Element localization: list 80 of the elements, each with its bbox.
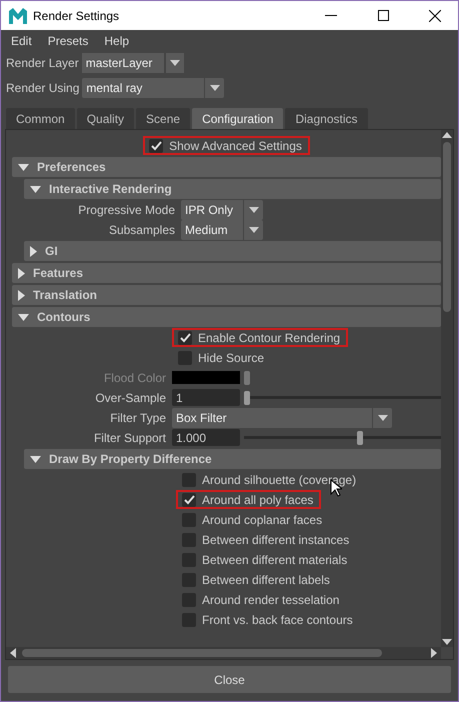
section-header[interactable]: Translation: [12, 285, 441, 305]
expand-arrow-icon[interactable]: [18, 290, 25, 300]
checkbox[interactable]: [182, 512, 196, 526]
tab[interactable]: Scene: [136, 108, 190, 129]
maximize-icon: [378, 10, 388, 21]
checkbox[interactable]: [178, 330, 192, 344]
section-header[interactable]: Preferences: [12, 157, 441, 177]
collapse-arrow-icon[interactable]: [18, 164, 29, 170]
field-label: Subsamples: [108, 223, 175, 237]
checkbox-label: Front vs. back face contours: [202, 612, 353, 626]
section-header[interactable]: Draw By Property Difference: [24, 449, 441, 469]
checkbox-label: Between different instances: [202, 532, 350, 546]
checkbox-label: Around all poly faces: [202, 492, 314, 506]
app-logo-icon: [9, 8, 27, 24]
field-label: Render Using: [6, 80, 80, 94]
scrollbar-thumb[interactable]: [22, 649, 382, 657]
scroll-up-icon: [442, 132, 452, 138]
menu-item[interactable]: Help: [104, 34, 130, 48]
dropdown-arrow-icon: [378, 415, 388, 421]
collapse-arrow-icon[interactable]: [30, 456, 41, 462]
close-button[interactable]: Close: [8, 666, 451, 693]
minimize-icon: [325, 14, 337, 16]
dropdown-arrow-icon: [248, 227, 258, 233]
checkbox[interactable]: [182, 492, 196, 506]
color-swatch[interactable]: [172, 371, 240, 384]
checkbox[interactable]: [182, 572, 196, 586]
collapse-arrow-icon[interactable]: [30, 186, 41, 192]
menu-item[interactable]: Edit: [11, 34, 32, 48]
tab[interactable]: Diagnostics: [285, 108, 368, 129]
close-icon: [429, 10, 441, 22]
dropdown-arrow-icon: [210, 84, 220, 90]
section-header[interactable]: GI: [24, 241, 441, 261]
dropdown[interactable]: Box Filter: [172, 408, 392, 428]
field-label: Render Layer: [6, 56, 79, 70]
checkbox-label: Around coplanar faces: [202, 512, 322, 526]
horizontal-scrollbar[interactable]: [6, 647, 441, 659]
scroll-left-icon: [10, 648, 16, 658]
checkbox[interactable]: [149, 138, 164, 152]
field-label: Over-Sample: [95, 390, 166, 404]
tab[interactable]: Quality: [76, 108, 134, 129]
renderer-dropdown[interactable]: mental ray: [82, 78, 224, 98]
scroll-down-icon: [442, 639, 452, 645]
checkbox[interactable]: [182, 612, 196, 626]
dropdown-arrow-icon: [170, 60, 180, 66]
checkbox-label: Between different labels: [202, 572, 330, 586]
field-label: Filter Type: [110, 411, 166, 425]
checkbox-label: Hide Source: [198, 350, 264, 364]
dropdown[interactable]: Medium: [181, 220, 263, 240]
collapse-arrow-icon[interactable]: [18, 314, 29, 320]
checkbox[interactable]: [182, 472, 196, 486]
checkbox[interactable]: [182, 592, 196, 606]
number-field[interactable]: 1: [172, 389, 240, 406]
number-field[interactable]: 1.000: [172, 429, 240, 446]
menu-item[interactable]: Presets: [48, 34, 88, 48]
checkbox-label: Enable Contour Rendering: [198, 330, 340, 344]
section-header[interactable]: Contours: [12, 307, 441, 327]
section-header[interactable]: Features: [12, 263, 441, 283]
tab[interactable]: Configuration: [192, 108, 284, 129]
expand-arrow-icon[interactable]: [30, 246, 37, 256]
slider-thumb[interactable]: [356, 430, 363, 444]
slider-thumb[interactable]: [244, 390, 250, 404]
tab[interactable]: Common: [6, 108, 75, 129]
window-title: Render Settings: [33, 8, 120, 22]
checkbox-label: Around render tesselation: [202, 592, 340, 606]
checkbox[interactable]: [182, 532, 196, 546]
field-label: Progressive Mode: [78, 203, 175, 217]
checkbox-label: Around silhouette (coverage): [202, 472, 356, 486]
field-label: Flood Color: [104, 370, 166, 384]
dropdown[interactable]: IPR Only: [181, 200, 263, 220]
field-label: Filter Support: [94, 430, 166, 444]
checkbox-label: Between different materials: [202, 552, 348, 566]
scrollbar-thumb[interactable]: [443, 142, 451, 312]
section-header[interactable]: Interactive Rendering: [24, 179, 441, 199]
checkbox-label: Show Advanced Settings: [169, 138, 302, 152]
dropdown-arrow-icon: [248, 207, 258, 213]
checkbox[interactable]: [178, 350, 192, 364]
expand-arrow-icon[interactable]: [18, 268, 25, 278]
vertical-scrollbar[interactable]: [441, 130, 453, 647]
checkbox[interactable]: [182, 552, 196, 566]
scroll-right-icon: [431, 648, 437, 658]
